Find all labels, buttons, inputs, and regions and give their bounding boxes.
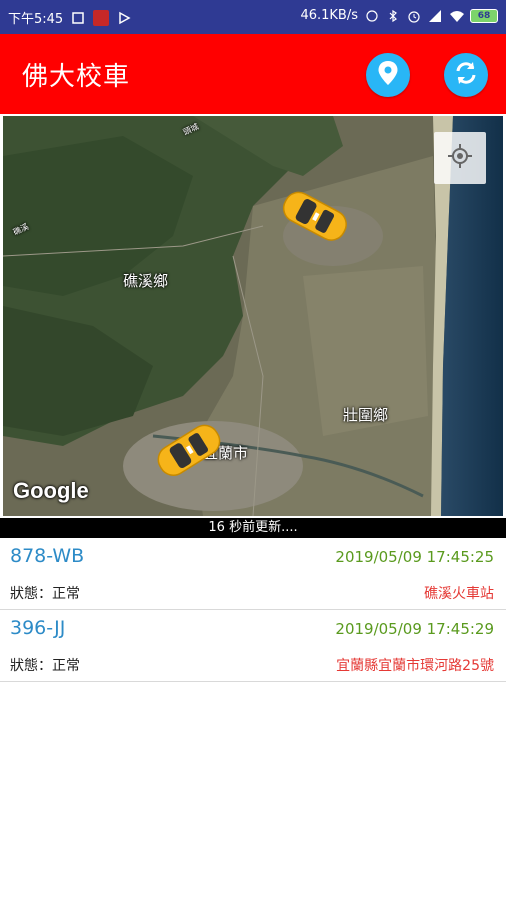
bus-update-time: 2019/05/09 17:45:25 <box>335 548 494 566</box>
play-store-icon <box>117 11 131 25</box>
bus-list: 878-WB 2019/05/09 17:45:25 狀態：正常 礁溪火車站 3… <box>0 538 506 682</box>
refresh-button[interactable] <box>444 53 488 97</box>
list-item[interactable]: 878-WB 2019/05/09 17:45:25 狀態：正常 礁溪火車站 <box>0 538 506 610</box>
satellite-map-background <box>3 116 503 516</box>
app-bar: 佛大校車 <box>0 34 506 114</box>
my-location-button[interactable] <box>434 132 486 184</box>
bus-status: 狀態：正常 <box>10 586 80 602</box>
signal-icon <box>428 9 442 23</box>
list-item[interactable]: 396-JJ 2019/05/09 17:45:29 狀態：正常 宜蘭縣宜蘭市環… <box>0 610 506 682</box>
map-label-jiaoxi: 礁溪鄉 <box>123 272 169 290</box>
status-time: 下午5:45 <box>8 12 64 27</box>
bus-plate: 878-WB <box>10 545 85 567</box>
app-title: 佛大校車 <box>22 62 131 92</box>
bus-update-time: 2019/05/09 17:45:29 <box>335 620 494 638</box>
map-label-zhuangwei: 壯圍鄉 <box>343 406 389 424</box>
app-notification-icon <box>93 9 110 26</box>
bus-location: 礁溪火車站 <box>424 586 494 602</box>
battery-icon: 68 <box>470 8 498 23</box>
update-status-bar: 16 秒前更新.... <box>0 518 506 538</box>
refresh-icon <box>453 60 479 90</box>
wifi-hotspot-icon <box>365 9 379 23</box>
net-speed: 46.1KB/s <box>300 8 358 23</box>
map-pin-icon <box>376 60 400 90</box>
status-bar: 下午5:45 46.1KB/s 68 <box>0 0 506 34</box>
bus-status: 狀態：正常 <box>10 658 80 674</box>
my-location-icon <box>447 143 473 173</box>
alarm-icon <box>407 9 421 23</box>
bus-plate: 396-JJ <box>10 617 66 639</box>
show-location-button[interactable] <box>366 53 410 97</box>
google-logo: Google <box>13 478 89 503</box>
wifi-icon <box>449 9 464 23</box>
bus-location: 宜蘭縣宜蘭市環河路25號 <box>336 658 494 674</box>
notification-icon <box>71 11 85 25</box>
bluetooth-icon <box>386 9 400 23</box>
map-view[interactable]: 頭城 礁溪 礁溪鄉 壯圍鄉 宜蘭市 Google <box>3 116 503 516</box>
